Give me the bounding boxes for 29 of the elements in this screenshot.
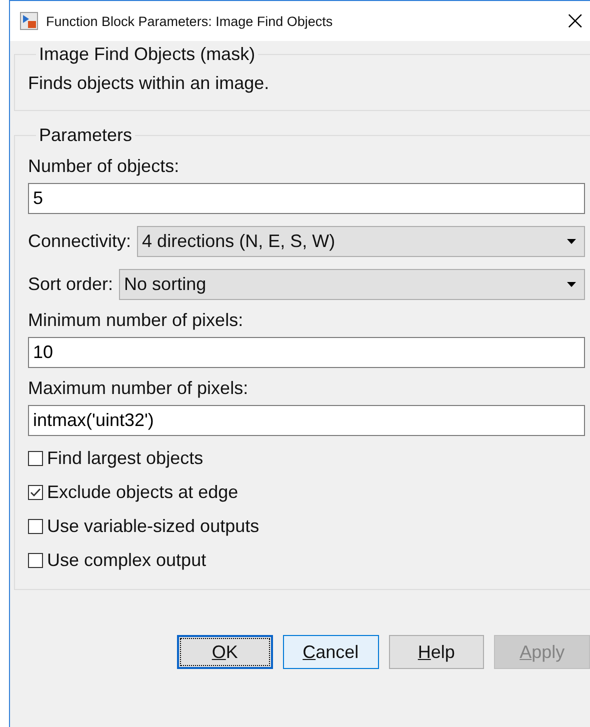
checkbox-label: Use variable-sized outputs: [47, 516, 260, 537]
dialog-button[interactable]: OK: [177, 635, 273, 669]
field-label: Maximum number of pixels:: [28, 378, 250, 399]
checkbox-label: Find largest objects: [47, 448, 204, 469]
checkbox[interactable]: [28, 485, 43, 500]
window-title: Function Block Parameters: Image Find Objects: [46, 14, 334, 28]
checkbox-label: Exclude objects at edge: [47, 482, 238, 503]
group-title: Image Find Objects (mask): [38, 44, 256, 65]
dialog-button[interactable]: Cancel: [282, 635, 379, 669]
input-field[interactable]: intmax('uint32'): [28, 405, 585, 436]
dropdown[interactable]: No sorting: [119, 269, 585, 300]
field-label: Number of objects:: [28, 156, 180, 177]
caret-icon: [567, 239, 576, 244]
close-button[interactable]: ×: [560, 8, 590, 34]
dialog-button[interactable]: Help: [388, 635, 484, 669]
input-field[interactable]: 10: [28, 337, 585, 368]
description-text: Finds objects within an image.: [28, 72, 270, 95]
checkbox[interactable]: [28, 451, 43, 466]
caret-icon: [567, 282, 576, 287]
field-label: Connectivity:: [28, 231, 132, 252]
checkbox-label: Use complex output: [47, 550, 206, 571]
dropdown[interactable]: 4 directions (N, E, S, W): [137, 226, 585, 257]
app-icon: [20, 12, 38, 30]
checkbox[interactable]: [28, 519, 43, 534]
field-label: Minimum number of pixels:: [28, 310, 244, 331]
field-label: Sort order:: [28, 274, 114, 295]
input-field[interactable]: 5: [28, 183, 585, 214]
group-title: Parameters: [38, 125, 134, 146]
checkbox[interactable]: [28, 553, 43, 568]
